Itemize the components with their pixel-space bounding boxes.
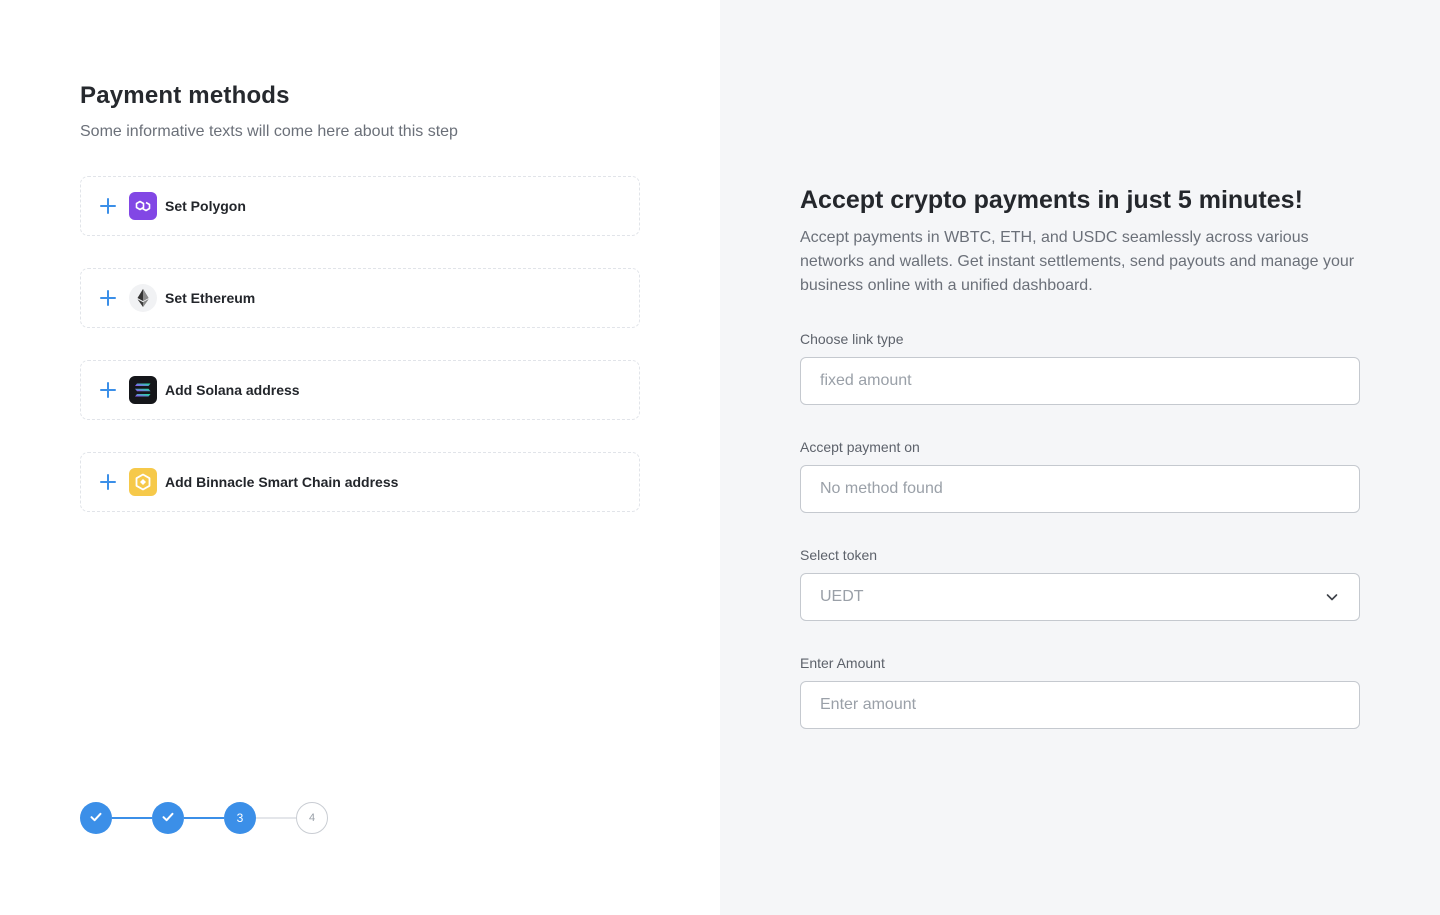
plus-icon [99,289,117,307]
solana-icon [129,376,157,404]
payment-method-list: Set Polygon Set Ethereum Add Solana addr… [80,176,640,544]
set-polygon-button[interactable]: Set Polygon [80,176,640,236]
plus-icon [99,197,117,215]
amount-label: Enter Amount [800,655,885,671]
plus-icon [99,381,117,399]
step-2-complete[interactable] [152,802,184,834]
accept-payment-input[interactable] [800,465,1360,513]
token-select-value: UEDT [820,588,864,605]
set-ethereum-button[interactable]: Set Ethereum [80,268,640,328]
check-icon [161,810,175,827]
step-connector [256,817,296,819]
left-panel: Payment methods Some informative texts w… [0,0,720,915]
add-bnb-button[interactable]: Add Binnacle Smart Chain address [80,452,640,512]
select-token-label: Select token [800,547,878,563]
ethereum-icon [129,284,157,312]
step-connector [184,817,224,819]
accept-payment-label: Accept payment on [800,439,920,455]
token-select[interactable]: UEDT [800,573,1360,621]
amount-input[interactable] [800,681,1360,729]
check-icon [89,810,103,827]
hero-title: Accept crypto payments in just 5 minutes… [800,186,1303,214]
progress-stepper: 3 4 [80,802,340,834]
chevron-down-icon [1324,589,1340,605]
step-3-current[interactable]: 3 [224,802,256,834]
link-type-input[interactable] [800,357,1360,405]
bnb-icon [129,468,157,496]
plus-icon [99,473,117,491]
method-label: Add Solana address [165,382,300,398]
polygon-icon [129,192,157,220]
right-panel: Accept crypto payments in just 5 minutes… [720,0,1440,915]
hero-description: Accept payments in WBTC, ETH, and USDC s… [800,229,1355,294]
page-title: Payment methods [80,82,290,109]
add-solana-button[interactable]: Add Solana address [80,360,640,420]
step-1-complete[interactable] [80,802,112,834]
link-type-label: Choose link type [800,331,904,347]
step-4-pending[interactable]: 4 [296,802,328,834]
method-label: Set Polygon [165,198,246,214]
method-label: Add Binnacle Smart Chain address [165,474,399,490]
method-label: Set Ethereum [165,290,256,306]
page-subtitle: Some informative texts will come here ab… [80,123,458,140]
step-connector [112,817,152,819]
